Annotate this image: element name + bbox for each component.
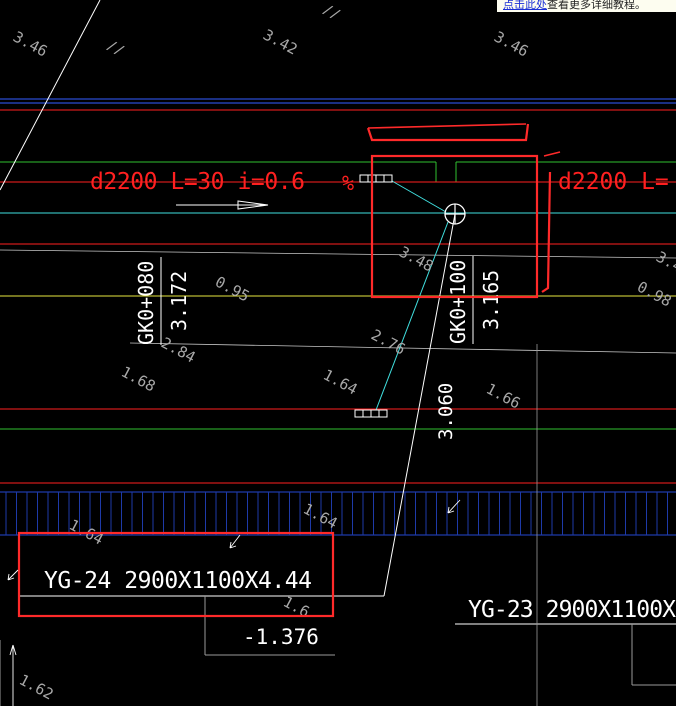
callout-yg23: YG-23 2900X1100X	[468, 597, 676, 623]
spot-level: 3.48	[396, 243, 436, 276]
hatched-sidewalk-band	[0, 491, 676, 536]
spot-level: 0.98	[634, 278, 674, 311]
inlet-symbol-top	[359, 174, 393, 183]
spot-level: 0.95	[212, 273, 252, 306]
spot-level: 3.46	[10, 28, 50, 61]
callout-yg24: YG-24 2900X1100X4.44	[44, 568, 312, 594]
spot-level: 1.64	[320, 366, 360, 399]
spot-level: 1.64	[300, 500, 340, 533]
help-text: 查看更多详细教程。	[547, 0, 646, 11]
percent-symbol: %	[342, 171, 354, 195]
manhole-symbol[interactable]	[444, 203, 466, 225]
svg-text:GK0+080: GK0+080	[134, 261, 158, 345]
svg-text:3.060: 3.060	[435, 383, 457, 440]
svg-text:3.165: 3.165	[479, 270, 503, 330]
svg-text:GK0+100: GK0+100	[446, 260, 470, 344]
station-label-1: GK0+080 3.172	[134, 257, 191, 345]
pipe-band-lines	[0, 161, 676, 484]
spot-level: 2.84	[158, 334, 198, 367]
inlet-symbol-bottom	[354, 409, 388, 418]
station-label-2: GK0+100 3.165	[446, 256, 503, 344]
invert-elevation-label: 3.060	[435, 383, 457, 440]
pipe-label-left: d2200 L=30 i=0.6	[90, 169, 305, 195]
spot-level: 2.76	[368, 326, 408, 359]
flow-arrow	[176, 200, 269, 210]
spot-level: 3.42	[260, 26, 300, 59]
road-edge-lines	[0, 98, 676, 111]
help-link[interactable]: 点击此处	[503, 0, 547, 11]
hatch-mark: //	[320, 1, 342, 23]
svg-text:3.172: 3.172	[167, 271, 191, 331]
cad-drawing-canvas[interactable]: d2200 L=30 i=0.6 d2200 L= % GK0+080 3.17…	[0, 0, 676, 706]
spot-level: 1.62	[16, 671, 56, 704]
spot-level: 3.46	[491, 28, 531, 61]
help-banner: 点击此处查看更多详细教程。	[497, 0, 676, 12]
callout-yg24-elevation: -1.376	[243, 625, 319, 649]
spot-level: 3.4	[653, 248, 676, 277]
pipe-label-right: d2200 L=	[558, 169, 669, 195]
spot-level: 1.68	[118, 363, 158, 396]
hatch-mark: //	[104, 37, 126, 59]
spot-level: 1.66	[483, 380, 523, 413]
